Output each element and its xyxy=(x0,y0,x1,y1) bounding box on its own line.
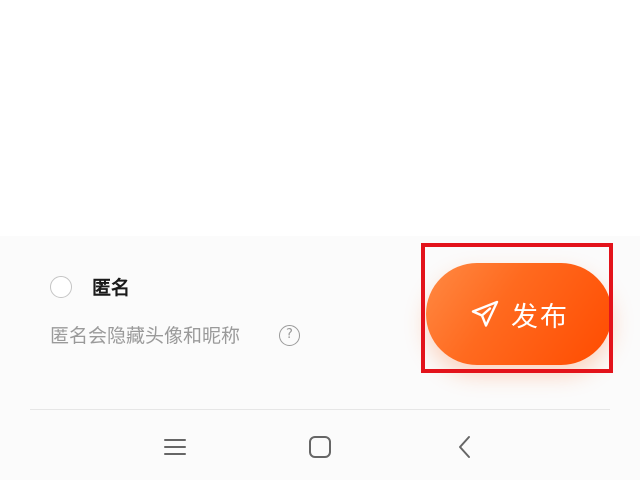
anonymous-radio[interactable] xyxy=(50,276,72,298)
content-area xyxy=(0,0,640,236)
anonymous-hint-text: 匿名会隐藏头像和昵称 xyxy=(50,325,241,347)
system-nav-bar xyxy=(0,410,640,480)
help-icon[interactable]: ? xyxy=(279,325,300,346)
menu-icon[interactable] xyxy=(155,432,195,462)
anonymous-label[interactable]: 匿名 xyxy=(92,274,130,302)
publish-button[interactable]: 发布 xyxy=(426,263,612,365)
publish-label: 发布 xyxy=(511,301,569,333)
home-icon[interactable] xyxy=(300,432,340,462)
paper-plane-icon xyxy=(469,298,501,330)
back-icon[interactable] xyxy=(445,432,485,462)
